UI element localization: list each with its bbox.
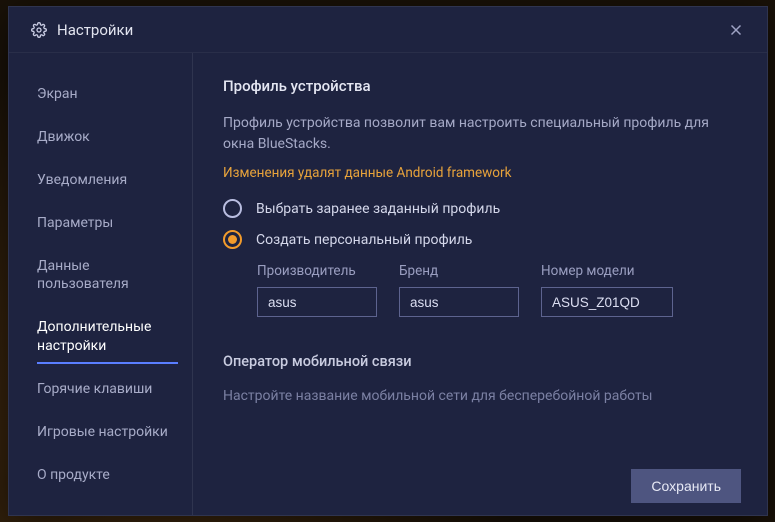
radio-predefined-profile[interactable]: Выбрать заранее заданный профиль: [223, 199, 737, 218]
sidebar-item-label: Движок: [37, 129, 90, 145]
device-profile-description: Профиль устройства позволит вам настроит…: [223, 113, 737, 155]
custom-profile-fields: Производитель Бренд Номер модели: [257, 263, 737, 317]
section-title-device-profile: Профиль устройства: [223, 77, 737, 95]
modal-header: Настройки: [9, 7, 767, 53]
modal-title: Настройки: [57, 21, 721, 39]
input-model[interactable]: [541, 287, 673, 317]
radio-custom-profile[interactable]: Создать персональный профиль: [223, 230, 737, 249]
sidebar-item-label: Игровые настройки: [37, 424, 168, 440]
modal-body: Экран Движок Уведомления Параметры Данны…: [9, 53, 767, 515]
content-panel: Профиль устройства Профиль устройства по…: [193, 53, 767, 515]
sidebar: Экран Движок Уведомления Параметры Данны…: [9, 53, 193, 515]
close-button[interactable]: [721, 15, 751, 45]
sidebar-item-engine[interactable]: Движок: [9, 116, 192, 159]
sidebar-item-screen[interactable]: Экран: [9, 73, 192, 116]
input-manufacturer[interactable]: [257, 287, 377, 317]
field-manufacturer: Производитель: [257, 263, 377, 317]
settings-modal: Настройки Экран Движок Уведомления Парам…: [8, 6, 768, 516]
sidebar-item-game-settings[interactable]: Игровые настройки: [9, 411, 192, 454]
sidebar-item-user-data[interactable]: Данные пользователя: [9, 245, 192, 307]
sidebar-item-label: Экран: [37, 86, 78, 102]
sidebar-item-label: Данные пользователя: [37, 258, 129, 293]
field-label-model: Номер модели: [541, 263, 673, 279]
radio-icon: [223, 230, 242, 249]
gear-icon: [31, 22, 47, 38]
sidebar-item-shortcuts[interactable]: Горячие клавиши: [9, 368, 192, 411]
sidebar-item-label: Горячие клавиши: [37, 381, 152, 397]
input-brand[interactable]: [399, 287, 519, 317]
sidebar-item-label: Дополнительные настройки: [37, 319, 151, 354]
save-button[interactable]: Сохранить: [631, 469, 741, 503]
sidebar-item-label: Уведомления: [37, 172, 127, 188]
field-model: Номер модели: [541, 263, 673, 317]
sidebar-item-advanced[interactable]: Дополнительные настройки: [9, 306, 192, 368]
field-brand: Бренд: [399, 263, 519, 317]
section-title-mobile-operator: Оператор мобильной связи: [223, 353, 737, 370]
mobile-operator-description: Настройте название мобильной сети для бе…: [223, 386, 737, 407]
field-label-manufacturer: Производитель: [257, 263, 377, 279]
sidebar-item-label: Параметры: [37, 215, 113, 231]
radio-label: Создать персональный профиль: [256, 232, 472, 248]
radio-label: Выбрать заранее заданный профиль: [256, 201, 500, 217]
sidebar-item-about[interactable]: О продукте: [9, 454, 192, 497]
backdrop: Настройки Экран Движок Уведомления Парам…: [0, 0, 775, 522]
sidebar-item-notifications[interactable]: Уведомления: [9, 159, 192, 202]
radio-icon: [223, 199, 242, 218]
sidebar-item-label: О продукте: [37, 467, 110, 483]
device-profile-warning: Изменения удалят данные Android framewor…: [223, 165, 737, 181]
sidebar-item-preferences[interactable]: Параметры: [9, 202, 192, 245]
field-label-brand: Бренд: [399, 263, 519, 279]
